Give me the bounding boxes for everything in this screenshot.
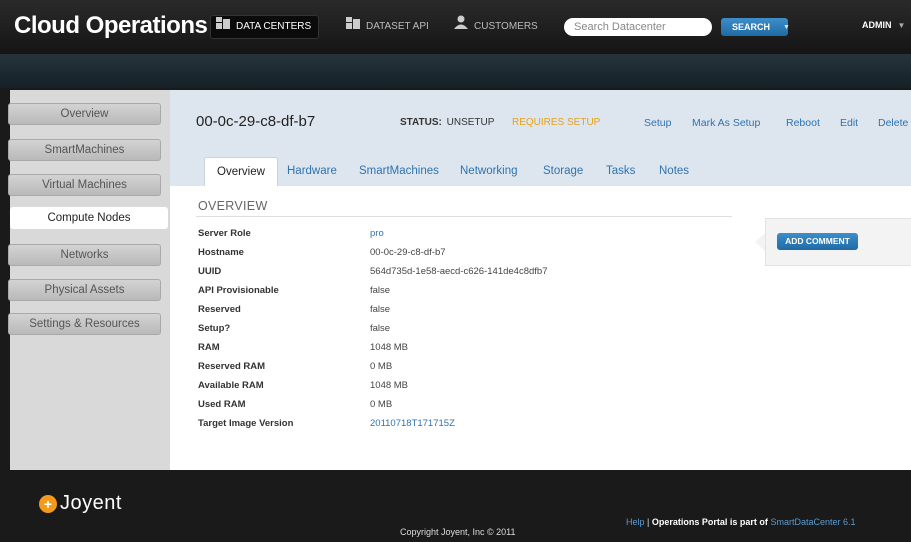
setup-link[interactable]: Setup — [644, 117, 671, 129]
sidebar-item-overview[interactable]: Overview — [8, 103, 161, 125]
section-title: OVERVIEW — [198, 199, 268, 213]
chevron-down-icon[interactable]: ▼ — [783, 24, 790, 31]
property-key: Used RAM — [198, 399, 246, 410]
property-key: Reserved RAM — [198, 361, 266, 372]
tab-bar — [170, 150, 911, 186]
app-brand[interactable]: Cloud Operations — [14, 12, 208, 40]
nav-tab-dataset-api[interactable]: DATASET API — [340, 15, 437, 39]
sidebar-item-compute-nodes[interactable]: Compute Nodes — [10, 207, 168, 229]
tab-hardware[interactable]: Hardware — [287, 157, 337, 186]
property-key: Hostname — [198, 247, 244, 258]
sidebar-item-networks[interactable]: Networks — [8, 244, 161, 266]
property-value: 00-0c-29-c8-df-b7 — [370, 247, 446, 258]
delete-link[interactable]: Delete — [878, 117, 908, 129]
product-link[interactable]: SmartDataCenter 6.1 — [770, 517, 855, 527]
property-key: Available RAM — [198, 380, 264, 391]
portal-text: Operations Portal is part of — [651, 517, 768, 527]
sub-navigation-bar — [0, 54, 911, 88]
property-value: 0 MB — [370, 361, 393, 372]
footer-separator: | — [647, 517, 650, 527]
nav-tab-customers[interactable]: CUSTOMERS — [448, 15, 546, 39]
tab-tasks[interactable]: Tasks — [606, 157, 635, 186]
search-input[interactable] — [564, 18, 712, 36]
property-value: false — [370, 323, 391, 334]
tab-overview[interactable]: Overview — [204, 157, 278, 186]
tab-storage[interactable]: Storage — [543, 157, 583, 186]
status-indicator: STATUS: UNSETUP — [400, 117, 494, 128]
page-title: 00-0c-29-c8-df-b7 — [196, 113, 316, 130]
property-value: 1048 MB — [370, 380, 409, 391]
plus-icon: + — [39, 494, 57, 513]
logo-text: Joyent — [60, 492, 122, 514]
property-key: Server Role — [198, 228, 251, 239]
search-button[interactable]: SEARCH ▼ — [721, 18, 790, 36]
admin-menu[interactable]: ADMIN ▼ — [862, 20, 905, 30]
chevron-down-icon: ▼ — [897, 21, 906, 30]
property-value: false — [370, 304, 391, 315]
status-value: UNSETUP — [446, 117, 495, 128]
mark-as-setup-link[interactable]: Mark As Setup — [692, 117, 760, 129]
reboot-link[interactable]: Reboot — [786, 117, 820, 129]
property-value: 564d735d-1e58-aecd-c626-141de4c8dfb7 — [370, 266, 548, 277]
search-button-label: SEARCH — [732, 22, 771, 32]
nav-tab-data-centers[interactable]: DATA CENTERS — [210, 15, 320, 39]
section-divider — [196, 216, 732, 217]
sidebar-item-virtual-machines[interactable]: Virtual Machines — [8, 174, 161, 196]
dataset-icon — [346, 15, 360, 39]
joyent-logo: + Joyent — [39, 492, 122, 515]
admin-label: ADMIN — [862, 20, 892, 30]
datacenter-icon — [216, 15, 230, 39]
sidebar-item-smartmachines[interactable]: SmartMachines — [8, 139, 161, 161]
add-comment-button[interactable]: ADD COMMENT — [777, 233, 858, 250]
nav-tab-label: CUSTOMERS — [474, 21, 538, 32]
footer-links: Help | Operations Portal is part of Smar… — [626, 517, 855, 527]
tab-networking[interactable]: Networking — [460, 157, 518, 186]
property-key: UUID — [198, 266, 222, 277]
nav-tab-label: DATA CENTERS — [236, 21, 312, 32]
copyright-text: Copyright Joyent, Inc © 2011 — [400, 527, 516, 537]
help-link[interactable]: Help — [626, 517, 645, 527]
sidebar-item-settings-resources[interactable]: Settings & Resources — [8, 313, 161, 335]
requires-setup-badge: REQUIRES SETUP — [512, 117, 601, 128]
status-label: STATUS: — [400, 117, 442, 128]
tab-smartmachines[interactable]: SmartMachines — [359, 157, 439, 186]
nav-tab-label: DATASET API — [366, 21, 429, 32]
property-value: 0 MB — [370, 399, 393, 410]
comment-panel-pointer — [755, 233, 765, 251]
property-key: API Provisionable — [198, 285, 279, 296]
property-value: false — [370, 285, 391, 296]
property-key: Target Image Version — [198, 418, 294, 429]
property-key: Setup? — [198, 323, 231, 334]
target-image-version-link[interactable]: 20110718T171715Z — [370, 418, 455, 429]
property-value: 1048 MB — [370, 342, 409, 353]
sidebar-item-physical-assets[interactable]: Physical Assets — [8, 279, 161, 301]
property-key: RAM — [198, 342, 220, 353]
user-icon — [454, 15, 468, 39]
edit-link[interactable]: Edit — [840, 117, 858, 129]
property-key: Reserved — [198, 304, 241, 315]
server-role-link[interactable]: pro — [370, 228, 384, 239]
tab-notes[interactable]: Notes — [659, 157, 689, 186]
